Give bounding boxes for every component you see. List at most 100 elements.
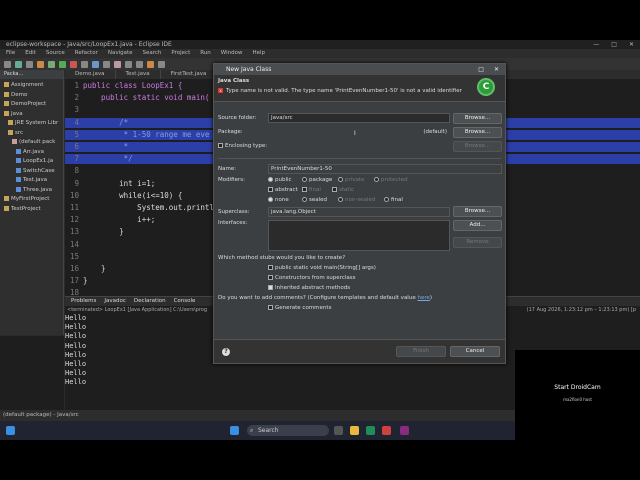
- minimize-button[interactable]: —: [593, 40, 599, 49]
- tree-item[interactable]: LoopEx1.ja: [0, 157, 63, 167]
- stub-main-option[interactable]: public static void main(String[] args): [268, 265, 376, 271]
- source-folder-label: Source folder:: [218, 115, 257, 121]
- source-folder-browse-button[interactable]: Browse...: [453, 113, 502, 124]
- menu-item-edit[interactable]: Edit: [25, 49, 36, 58]
- toolbar-icon[interactable]: [26, 60, 33, 68]
- modifier-final-radio[interactable]: final: [384, 197, 403, 203]
- tree-item[interactable]: Assignment: [0, 81, 63, 91]
- menu-item-navigate[interactable]: Navigate: [108, 49, 133, 58]
- source-folder-input[interactable]: Java/src: [268, 113, 450, 123]
- enclosing-type-option[interactable]: Enclosing type:: [218, 143, 267, 149]
- modifier-private[interactable]: private: [338, 177, 364, 183]
- toolbar-icon[interactable]: [147, 60, 154, 68]
- taskbar-search[interactable]: ⌕ Search: [247, 425, 329, 436]
- droidcam-title[interactable]: Start DroidCam: [515, 384, 640, 391]
- toolbar-icon[interactable]: [114, 60, 121, 68]
- close-button[interactable]: ✕: [629, 40, 634, 49]
- interfaces-list[interactable]: [268, 220, 450, 251]
- tree-item[interactable]: src: [0, 129, 63, 139]
- tree-item[interactable]: (default pack: [0, 138, 63, 148]
- cancel-button[interactable]: Cancel: [450, 346, 500, 357]
- toolbar-icon[interactable]: [48, 60, 55, 68]
- toolbar-icon[interactable]: [59, 60, 66, 68]
- chrome-icon[interactable]: [382, 426, 391, 435]
- tree-item[interactable]: Test.java: [0, 176, 63, 186]
- toolbar-icon[interactable]: [103, 60, 110, 68]
- package-input[interactable]: (default): [268, 127, 450, 137]
- tree-item[interactable]: Three.java: [0, 186, 63, 196]
- editor-tab[interactable]: Demo.java: [65, 70, 116, 79]
- file-explorer-icon[interactable]: [350, 426, 359, 435]
- enclosing-browse-button[interactable]: Browse...: [453, 141, 502, 152]
- toolbar-icon[interactable]: [136, 60, 143, 68]
- task-view-icon[interactable]: [334, 426, 343, 435]
- tree-item[interactable]: Arr.java: [0, 148, 63, 158]
- bottom-tab-javadoc[interactable]: Javadoc: [104, 297, 126, 306]
- start-icon[interactable]: [6, 426, 15, 435]
- stub-constructors-option[interactable]: Constructors from superclass: [268, 275, 355, 281]
- menu-item-help[interactable]: Help: [252, 49, 265, 58]
- menu-item-file[interactable]: File: [6, 49, 15, 58]
- edge-icon[interactable]: [366, 426, 375, 435]
- menu-item-search[interactable]: Search: [143, 49, 162, 58]
- windows-icon[interactable]: [230, 426, 239, 435]
- help-icon[interactable]: ?: [222, 348, 230, 356]
- tree-item[interactable]: Demo: [0, 91, 63, 101]
- toolbar-icon[interactable]: [125, 60, 132, 68]
- finish-button[interactable]: Finish: [396, 346, 446, 357]
- maximize-button[interactable]: □: [611, 40, 617, 49]
- dialog-close-button[interactable]: ✕: [494, 64, 499, 75]
- eclipse-taskbar-icon[interactable]: [400, 426, 409, 435]
- bottom-tab-console[interactable]: Console: [174, 297, 196, 306]
- tree-item[interactable]: JRE System Libr: [0, 119, 63, 129]
- modifier-final[interactable]: final: [302, 187, 321, 193]
- toolbar-icon[interactable]: [15, 60, 22, 68]
- toolbar-icon[interactable]: [70, 60, 77, 68]
- toolbar-icon[interactable]: [37, 60, 44, 68]
- tree-item[interactable]: SwitchCase: [0, 167, 63, 177]
- tree-item[interactable]: DemoProject: [0, 100, 63, 110]
- modifier-non-sealed[interactable]: non-sealed: [338, 197, 375, 203]
- toolbar-icon[interactable]: [4, 60, 11, 68]
- generate-comments-option[interactable]: Generate comments: [268, 305, 331, 311]
- superclass-browse-button[interactable]: Browse...: [453, 206, 502, 217]
- menu-item-window[interactable]: Window: [221, 49, 243, 58]
- add-interface-button[interactable]: Add...: [453, 220, 502, 231]
- toolbar-icon[interactable]: [92, 60, 99, 68]
- remove-interface-button[interactable]: Remove: [453, 237, 502, 248]
- menu-item-source[interactable]: Source: [46, 49, 65, 58]
- toolbar-icon[interactable]: [81, 60, 88, 68]
- menu-item-project[interactable]: Project: [171, 49, 190, 58]
- package-browse-button[interactable]: Browse...: [453, 127, 502, 138]
- tree-item-label: Assignment: [11, 82, 44, 88]
- editor-tab[interactable]: FirstTest.java: [161, 70, 218, 79]
- modifier-sealed[interactable]: sealed: [302, 197, 327, 203]
- editor-tab[interactable]: Test.java: [116, 70, 161, 79]
- templates-link[interactable]: here: [417, 295, 429, 301]
- modifier-none[interactable]: none: [268, 197, 289, 203]
- dialog-title: New Java Class: [226, 66, 272, 73]
- modifier-abstract[interactable]: abstract: [268, 187, 298, 193]
- tree-item[interactable]: Java: [0, 110, 63, 120]
- search-icon: ⌕: [250, 427, 254, 434]
- class-name-input[interactable]: PrintEvenNumber1-50: [268, 164, 502, 174]
- tree-item[interactable]: TestProject: [0, 205, 63, 215]
- tree-item[interactable]: MyFirstProject: [0, 195, 63, 205]
- enclosing-type-checkbox[interactable]: [218, 143, 223, 148]
- modifier-package[interactable]: package: [302, 177, 332, 183]
- interfaces-label: Interfaces:: [218, 220, 248, 226]
- bottom-tab-declaration[interactable]: Declaration: [134, 297, 166, 306]
- modifier-public[interactable]: public: [268, 177, 292, 183]
- menu-item-run[interactable]: Run: [200, 49, 211, 58]
- dialog-maximize-button[interactable]: □: [478, 64, 484, 75]
- modifier-protected[interactable]: protected: [374, 177, 408, 183]
- superclass-input[interactable]: java.lang.Object: [268, 207, 450, 217]
- menu-item-refactor[interactable]: Refactor: [75, 49, 98, 58]
- bottom-tab-problems[interactable]: Problems: [71, 297, 96, 306]
- modifier-static[interactable]: static: [332, 187, 354, 193]
- checkbox-icon: [268, 305, 273, 310]
- toolbar-icon[interactable]: [158, 60, 165, 68]
- package-explorer-tab[interactable]: Packa...: [0, 70, 63, 79]
- stub-inherited-option[interactable]: Inherited abstract methods: [268, 285, 350, 291]
- line-number: 12: [69, 215, 79, 225]
